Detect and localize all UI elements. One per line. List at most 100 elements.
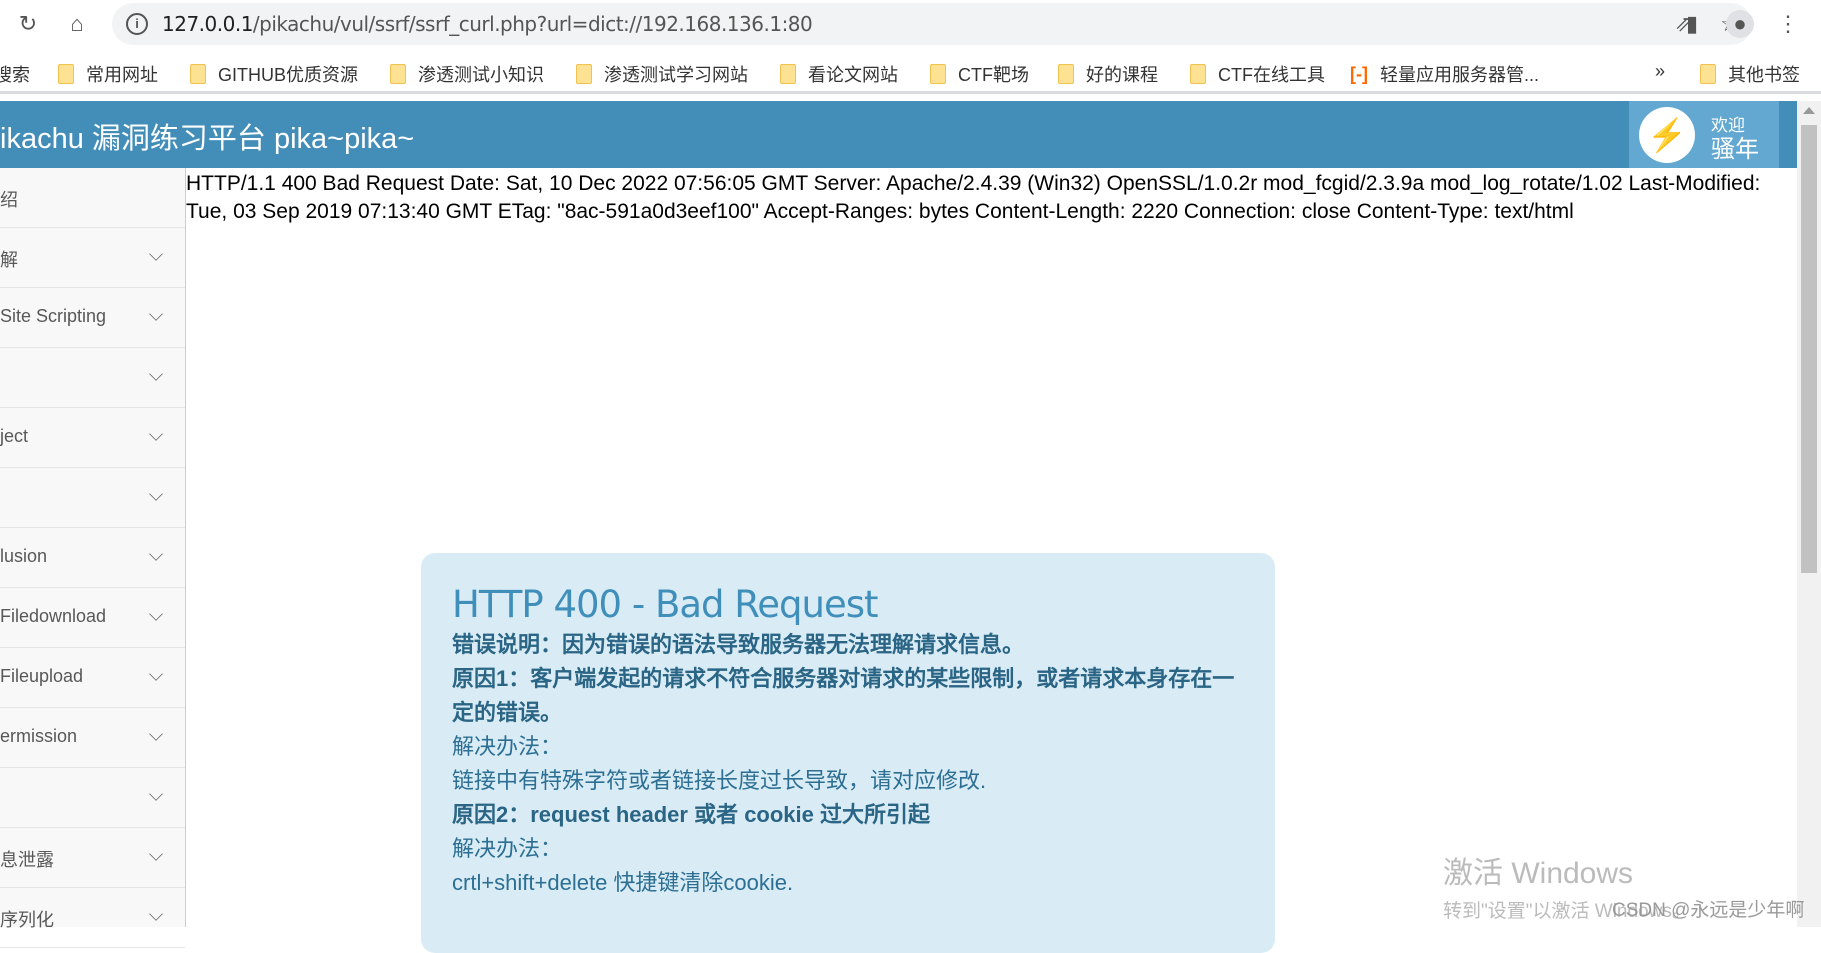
error-description: 错误说明：因为错误的语法导致服务器无法理解请求信息。 [452,632,1025,657]
watermark-title: 激活 Windows [1443,857,1634,890]
scroll-up-arrow-icon[interactable] [1803,107,1815,114]
folder-icon [1058,64,1074,84]
reload-icon[interactable]: ↻ [14,10,42,38]
sidebar-item-label: Filedownload [0,606,107,626]
sidebar-item[interactable]: Filedownload [0,588,185,648]
sidebar-item[interactable]: 解 [0,228,185,288]
bookmark-item[interactable]: 常用网址 [58,61,158,87]
site-info-icon[interactable]: i [126,13,148,35]
bookmark-label: 常用网址 [86,65,158,85]
bookmarks-overflow-button[interactable]: » [1655,61,1665,82]
folder-icon [190,64,206,84]
page-scrollbar[interactable] [1797,101,1821,927]
sidebar-item[interactable] [0,468,185,528]
sidebar-item[interactable]: 息泄露 [0,828,185,888]
folder-icon [1700,64,1716,84]
chevron-down-icon [149,427,163,441]
folder-icon [390,64,406,84]
sidebar-item-label: 绍 [0,190,18,210]
csdn-watermark: CSDN @永远是少年啊 [1612,900,1805,921]
fix-2: crtl+shift+delete 快捷键清除cookie. [452,870,794,895]
error-reason-2: 原因2：request header 或者 cookie 过大所引起 [452,802,930,827]
chevron-down-icon [149,667,163,681]
sidebar-item-label: ject [0,426,29,446]
bookmark-label: 看论文网站 [808,65,898,85]
bookmark-label: 渗透测试小知识 [418,65,544,85]
response-text: HTTP/1.1 400 Bad Request Date: Sat, 10 D… [186,172,1761,223]
sidebar-item[interactable] [0,768,185,828]
sidebar-item[interactable]: 绍 [0,168,185,228]
chevron-down-icon [149,487,163,501]
bookmark-item[interactable]: 好的课程 [1058,61,1158,87]
home-icon[interactable]: ⌂ [63,10,91,38]
sidebar-item[interactable]: Site Scripting [0,288,185,348]
welcome-panel[interactable]: ⚡ 欢迎 骚年 [1629,101,1779,168]
folder-icon [576,64,592,84]
sidebar-item[interactable]: Fileupload [0,648,185,708]
fix-label-1: 解决办法： [452,734,563,759]
sidebar-item-label: ermission [0,726,78,746]
sidebar-item-label: lusion [0,546,48,566]
chevron-down-icon [149,547,163,561]
chevron-down-icon [149,907,163,921]
chevron-down-icon [149,607,163,621]
sidebar: 绍解 Site Scripting ject lusion Filedownload … [0,168,186,948]
sidebar-item[interactable]: ject [0,408,185,468]
side-panel-icon[interactable]: ▮ [1678,10,1706,38]
chevron-down-icon [149,367,163,381]
bookmark-label: GITHUB优质资源 [218,65,359,85]
bookmark-label: 渗透测试学习网站 [604,65,748,85]
sidebar-item-label: 解 [0,250,18,270]
sidebar-item-label: Fileupload [0,666,84,686]
bookmarks-bar: 搜索 常用网址 GITHUB优质资源 渗透测试小知识 渗透测试学习网站 看论文网… [0,52,1821,94]
bookmark-item[interactable]: [-] 轻量应用服务器管... [1350,61,1539,87]
bookmark-item[interactable]: 看论文网站 [780,61,898,87]
bookmark-item[interactable]: GITHUB优质资源 [190,61,358,87]
bookmark-label: CTF靶场 [958,65,1029,85]
chevron-down-icon [149,307,163,321]
bookmark-label: 轻量应用服务器管... [1379,65,1539,85]
fix-1: 链接中有特殊字符或者链接长度过长导致，请对应修改. [452,768,987,793]
overflow-label: » [1655,61,1666,81]
sidebar-item[interactable]: lusion [0,528,185,588]
sidebar-item[interactable]: ermission [0,708,185,768]
folder-icon [1190,64,1206,84]
bookmark-label: 其他书签 [1728,65,1800,85]
site-header: ikachu 漏洞练习平台 pika~pika~ ⚡ 欢迎 骚年 [0,101,1797,168]
chevron-down-icon [149,247,163,261]
aliyun-icon: [-] [1350,63,1368,84]
url-path: /pikachu/vul/ssrf/ssrf_curl.php?url=dict… [252,12,813,36]
fix-label-2: 解决办法： [452,836,563,861]
bookmark-label: CTF在线工具 [1218,65,1325,85]
sidebar-item-label: Site Scripting [0,306,107,326]
error-reason-1: 原因1：客户端发起的请求不符合服务器对请求的某些限制，或者请求本身存在一定的错误… [452,666,1235,725]
folder-icon [58,64,74,84]
error-title: HTTP 400 - Bad Request [452,583,879,626]
bookmark-item[interactable]: CTF在线工具 [1190,61,1325,87]
sidebar-item-label: 序列化 [0,910,54,930]
folder-icon [930,64,946,84]
folder-icon [780,64,796,84]
scrollbar-thumb[interactable] [1801,125,1817,573]
sidebar-item[interactable]: 序列化 [0,888,185,948]
bookmark-item[interactable]: 搜索 [0,61,30,87]
bookmark-label: 好的课程 [1086,65,1158,85]
welcome-user: 骚年 [1711,136,1759,163]
chevron-down-icon [149,847,163,861]
error-box: HTTP 400 - Bad Request 错误说明：因为错误的语法导致服务器… [421,553,1275,953]
other-bookmarks[interactable]: 其他书签 [1700,61,1800,87]
site-title[interactable]: ikachu 漏洞练习平台 pika~pika~ [0,115,414,157]
bookmark-item[interactable]: 渗透测试小知识 [390,61,544,87]
browser-toolbar: ↻ ⌂ i 127.0.0.1/pikachu/vul/ssrf/ssrf_cu… [0,0,1821,48]
bookmark-label: 搜索 [0,65,30,85]
bookmark-item[interactable]: 渗透测试学习网站 [576,61,748,87]
menu-icon[interactable]: ⋮ [1774,10,1802,38]
chevron-down-icon [149,787,163,801]
url-host: 127.0.0.1 [162,12,253,36]
bookmark-item[interactable]: CTF靶场 [930,61,1029,87]
sidebar-item-label: 息泄露 [0,850,54,870]
chevron-down-icon [149,727,163,741]
address-bar[interactable]: i 127.0.0.1/pikachu/vul/ssrf/ssrf_curl.p… [112,3,1752,45]
sidebar-item[interactable] [0,348,185,408]
profile-icon[interactable]: ● [1726,10,1754,38]
